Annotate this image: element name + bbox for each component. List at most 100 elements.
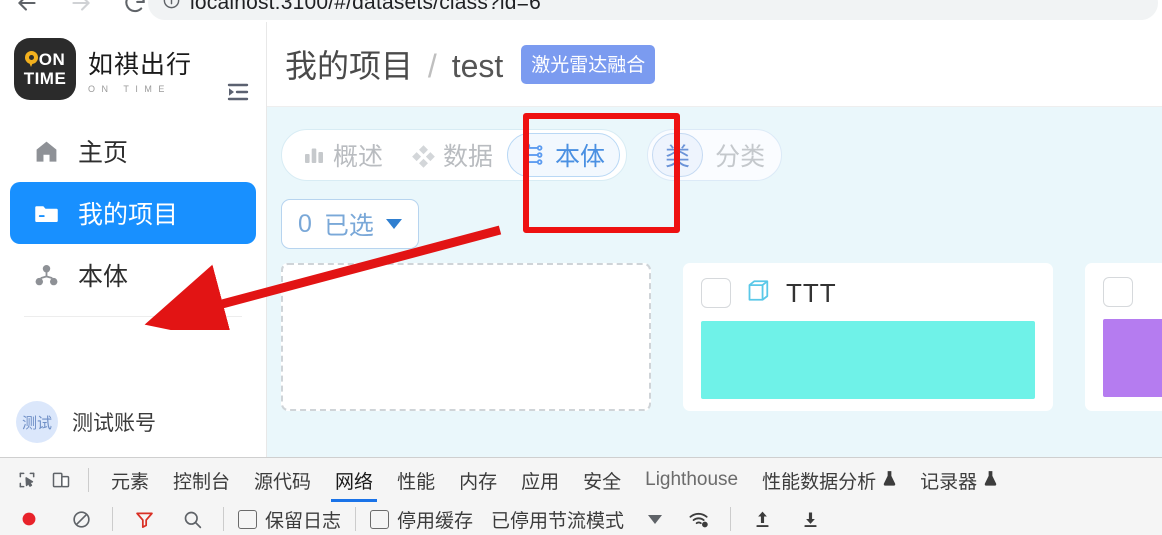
switch-option-classification[interactable]: 分类	[703, 133, 777, 177]
devtools-tab-elements[interactable]: 元素	[99, 458, 161, 502]
card-header: TTT	[701, 277, 1035, 309]
collapse-sidebar-icon[interactable]	[224, 78, 254, 106]
devtools-panel: 元素 控制台 源代码 网络 性能 内存 应用 安全 Lighthouse 性能数…	[0, 457, 1162, 535]
devtools-tab-network[interactable]: 网络	[323, 458, 385, 502]
content-panel: 概述 数据 本体 类 分类 0 已选 TTT	[267, 107, 1162, 457]
breadcrumb-root[interactable]: 我的项目	[285, 48, 413, 84]
account-entry[interactable]: 测试 测试账号	[16, 401, 156, 443]
tab-overview[interactable]: 概述	[288, 133, 397, 177]
avatar: 测试	[16, 401, 58, 443]
toolbar-divider	[355, 507, 357, 531]
sidebar-nav: 主页 我的项目 本体	[0, 120, 266, 317]
ontology-card[interactable]: TTT	[683, 263, 1053, 411]
card-color-swatch	[1103, 319, 1162, 397]
breadcrumb: 我的项目 / test	[285, 41, 503, 87]
add-card-placeholder[interactable]	[281, 263, 651, 411]
home-icon	[32, 138, 60, 165]
ontime-logo-mark: ON TIME	[14, 38, 76, 100]
disable-cache-checkbox[interactable]: 停用缓存	[370, 506, 473, 533]
forward-arrow-icon[interactable]	[68, 0, 94, 16]
toolbar-divider	[730, 507, 732, 531]
flask-icon	[883, 470, 896, 491]
network-toolbar: 保留日志 停用缓存 已停用节流模式	[0, 502, 1162, 535]
checkbox-box	[238, 509, 257, 529]
devtools-tab-sources[interactable]: 源代码	[242, 458, 323, 502]
devtools-tab-security[interactable]: 安全	[571, 458, 633, 502]
import-har-icon[interactable]	[745, 502, 779, 535]
page-header: 我的项目 / test 激光雷达融合	[267, 22, 1162, 107]
record-button-icon[interactable]	[12, 502, 46, 535]
clear-network-icon[interactable]	[64, 502, 98, 535]
tab-overview-label: 概述	[333, 143, 384, 171]
selected-count-dropdown[interactable]: 0 已选	[281, 199, 419, 249]
browser-toolbar: localhost:3100/#/datasets/class?id=6	[0, 0, 1162, 22]
preserve-log-checkbox[interactable]: 保留日志	[238, 506, 341, 533]
filter-funnel-icon[interactable]	[127, 502, 161, 535]
preserve-log-label: 保留日志	[265, 510, 342, 532]
switch-option-class[interactable]: 类	[652, 133, 704, 177]
toolbar-divider	[88, 468, 89, 492]
chevron-down-icon[interactable]	[648, 514, 663, 524]
bar-chart-icon	[302, 143, 326, 167]
breadcrumb-separator: /	[427, 48, 437, 84]
disable-cache-label: 停用缓存	[397, 510, 474, 532]
tree-hierarchy-icon	[522, 142, 548, 168]
card-checkbox[interactable]	[701, 278, 731, 308]
account-name: 测试账号	[72, 412, 156, 435]
tab-data-label: 数据	[443, 143, 494, 171]
tab-ontology-label: 本体	[555, 143, 606, 171]
view-tab-group: 概述 数据 本体	[281, 129, 628, 181]
logo-mark-line2: TIME	[23, 69, 67, 88]
flask-icon	[984, 470, 997, 491]
reload-icon[interactable]	[122, 0, 148, 16]
selected-label: 已选	[323, 212, 374, 240]
address-bar[interactable]: localhost:3100/#/datasets/class?id=6	[148, 0, 1158, 20]
toolbar-divider	[112, 507, 113, 531]
inspect-element-icon[interactable]	[10, 463, 44, 497]
device-toolbar-icon[interactable]	[44, 463, 78, 497]
sidebar-item-ontology-label: 本体	[78, 263, 129, 291]
browser-nav-buttons	[14, 0, 148, 16]
brand-name-en: ON TIME	[88, 83, 171, 94]
selected-count: 0	[298, 209, 312, 238]
address-bar-url: localhost:3100/#/datasets/class?id=6	[190, 0, 542, 14]
devtools-tab-performance-insights[interactable]: 性能数据分析	[750, 458, 908, 502]
card-checkbox[interactable]	[1103, 277, 1133, 307]
brand-name-cn: 如祺出行	[88, 50, 193, 79]
folder-icon	[32, 200, 60, 227]
toolbar-divider	[223, 507, 224, 531]
throttling-label[interactable]: 已停用节流模式	[491, 506, 624, 533]
main-area: 我的项目 / test 激光雷达融合 概述 数据 本体 类 分类 0 已选 TT…	[267, 22, 1162, 457]
site-info-icon[interactable]	[162, 0, 181, 15]
cube-3d-icon	[745, 277, 772, 309]
network-conditions-icon[interactable]	[682, 502, 716, 535]
devtools-tab-console[interactable]: 控制台	[161, 458, 242, 502]
tab-data[interactable]: 数据	[397, 133, 507, 177]
export-har-icon[interactable]	[793, 502, 827, 535]
back-arrow-icon[interactable]	[14, 0, 40, 16]
chevron-down-icon	[385, 219, 402, 229]
sidebar-item-home-label: 主页	[78, 139, 129, 167]
tab-ontology[interactable]: 本体	[507, 133, 621, 177]
devtools-tab-recorder[interactable]: 记录器	[908, 458, 1009, 502]
status-badge: 激光雷达融合	[521, 44, 656, 84]
devtools-tab-memory[interactable]: 内存	[447, 458, 509, 502]
logo-mark-line1: ON	[24, 51, 66, 68]
devtools-tab-performance[interactable]: 性能	[385, 458, 447, 502]
sidebar-item-ontology[interactable]: 本体	[10, 244, 256, 306]
sidebar-item-my-projects-label: 我的项目	[78, 201, 179, 229]
tabs-row: 概述 数据 本体 类 分类	[267, 107, 1162, 181]
devtools-tab-lighthouse[interactable]: Lighthouse	[633, 458, 750, 502]
class-type-switch: 类 分类	[647, 129, 783, 181]
sidebar: ON TIME 如祺出行 ON TIME 主页 我的项目 本体 测试 测试账号	[0, 22, 267, 457]
sidebar-item-my-projects[interactable]: 我的项目	[10, 182, 256, 244]
database-diamond-icon	[411, 143, 436, 168]
sidebar-divider	[24, 316, 242, 317]
search-icon[interactable]	[175, 502, 209, 535]
card-list: TTT	[267, 249, 1162, 411]
sidebar-item-home[interactable]: 主页	[10, 120, 256, 182]
location-pin-icon	[24, 51, 38, 68]
checkbox-box	[370, 509, 390, 529]
ontology-card[interactable]	[1085, 263, 1162, 411]
devtools-tab-application[interactable]: 应用	[509, 458, 571, 502]
